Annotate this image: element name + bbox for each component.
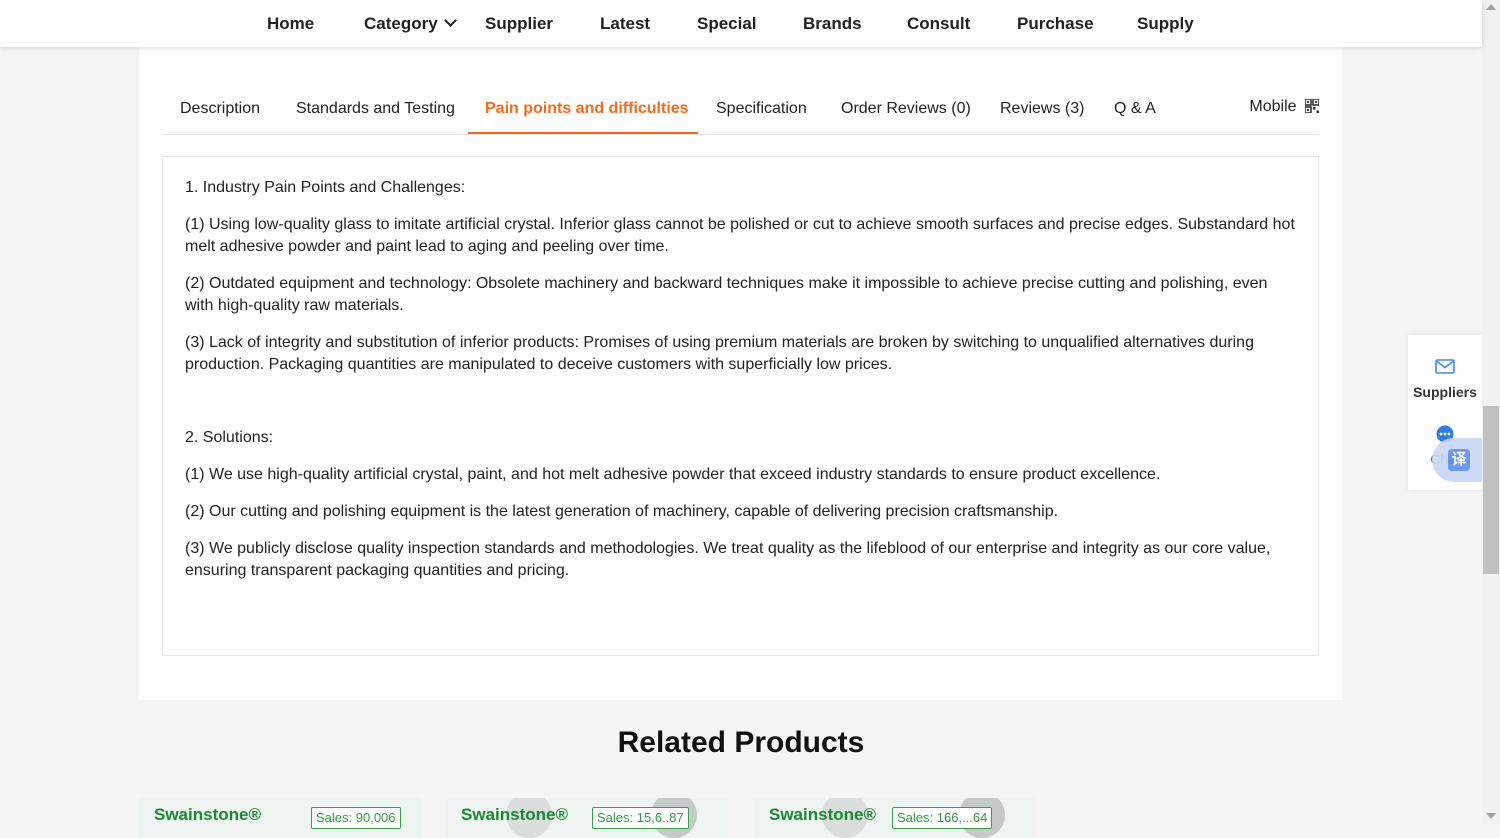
tab-standards-and-testing[interactable]: Standards and Testing	[296, 97, 455, 134]
mobile-label: Mobile	[1249, 98, 1297, 115]
product-detail-card: Description Standards and Testing Pain p…	[139, 47, 1342, 700]
related-product-card[interactable]: Swainstone® Sales: 90,006	[139, 798, 421, 838]
product-brand: Swainstone®	[461, 805, 568, 824]
solution-1: (1) We use high-quality artificial cryst…	[185, 466, 1161, 483]
suppliers-label: Suppliers	[1413, 384, 1477, 400]
product-sales-badge: Sales: 90,006	[311, 807, 401, 829]
related-product-card[interactable]: Swainstone® Sales: 166,...64	[754, 798, 1036, 838]
heading-pain-points: 1. Industry Pain Points and Challenges:	[185, 179, 466, 196]
tab-qa[interactable]: Q & A	[1114, 97, 1156, 134]
nav-latest[interactable]: Latest	[600, 0, 650, 47]
product-brand: Swainstone®	[769, 805, 876, 824]
product-brand: Swainstone®	[154, 805, 261, 824]
pain-points-content: 1. Industry Pain Points and Challenges: …	[185, 177, 1295, 597]
translate-icon: 译	[1448, 449, 1470, 471]
chevron-down-icon	[443, 14, 457, 27]
solution-3: (3) We publicly disclose quality inspect…	[185, 540, 1271, 579]
solution-2: (2) Our cutting and polishing equipment …	[185, 503, 1059, 520]
pain-point-1: (1) Using low-quality glass to imitate a…	[185, 216, 1295, 255]
tab-order-reviews[interactable]: Order Reviews (0)	[841, 97, 971, 134]
tab-pain-points[interactable]: Pain points and difficulties	[485, 97, 689, 134]
nav-purchase[interactable]: Purchase	[1017, 0, 1094, 47]
nav-category[interactable]: Category	[364, 0, 457, 47]
mail-icon	[1435, 359, 1455, 374]
nav-brands[interactable]: Brands	[803, 0, 862, 47]
scroll-down-arrow-icon[interactable]	[1486, 813, 1496, 819]
nav-supply[interactable]: Supply	[1137, 0, 1194, 47]
nav-special[interactable]: Special	[697, 0, 757, 47]
heading-solutions: 2. Solutions:	[185, 429, 274, 446]
active-tab-indicator	[468, 132, 698, 134]
tab-content-panel: 1. Industry Pain Points and Challenges: …	[162, 156, 1319, 656]
product-sales-badge: Sales: 15,6..87	[592, 807, 689, 829]
mobile-view-link[interactable]: Mobile	[1249, 97, 1319, 116]
tab-description[interactable]: Description	[180, 97, 260, 134]
nav-supplier[interactable]: Supplier	[485, 0, 553, 47]
product-sales-badge: Sales: 166,...64	[892, 807, 993, 829]
qr-code-icon	[1305, 99, 1319, 113]
related-product-card[interactable]: Swainstone® Sales: 15,6..87	[446, 798, 728, 838]
nav-home[interactable]: Home	[267, 0, 314, 47]
tab-reviews[interactable]: Reviews (3)	[1000, 97, 1084, 134]
top-navigation: Home Category Supplier Latest Special Br…	[0, 0, 1482, 47]
related-products-title: Related Products	[617, 726, 865, 759]
scrollbar-thumb[interactable]	[1483, 406, 1499, 574]
suppliers-button[interactable]: Suppliers	[1408, 355, 1482, 405]
nav-category-label: Category	[364, 14, 438, 33]
detail-tabs: Description Standards and Testing Pain p…	[162, 97, 1319, 135]
nav-consult[interactable]: Consult	[907, 0, 970, 47]
translate-button[interactable]: 译	[1432, 438, 1482, 482]
pain-point-3: (3) Lack of integrity and substitution o…	[185, 334, 1254, 373]
pain-point-2: (2) Outdated equipment and technology: O…	[185, 275, 1268, 314]
scroll-up-arrow-icon[interactable]	[1486, 4, 1496, 10]
tab-specification[interactable]: Specification	[716, 97, 807, 134]
